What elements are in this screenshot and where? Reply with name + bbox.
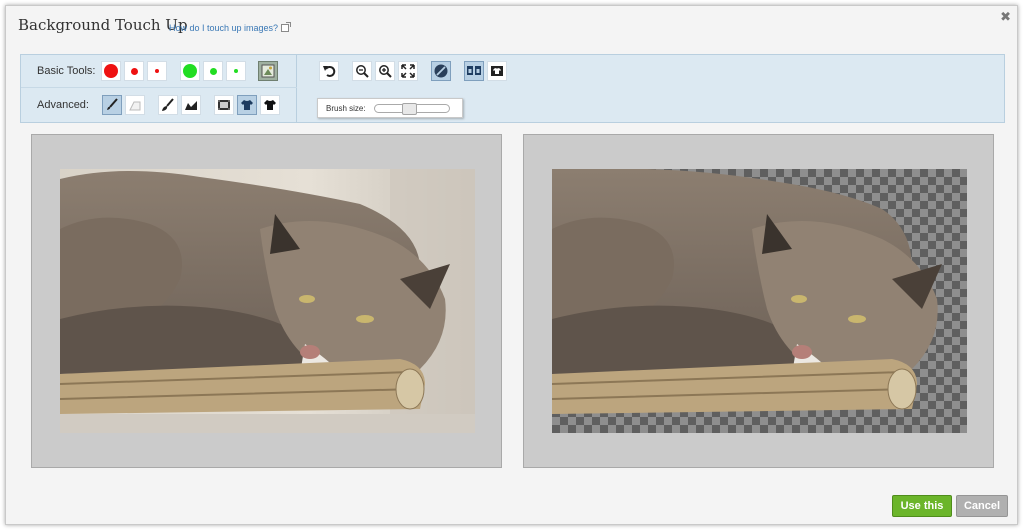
touch-up-dialog: Background Touch Up How do I touch up im…	[5, 5, 1018, 525]
brush-icon	[107, 98, 118, 110]
original-photo[interactable]	[60, 169, 475, 433]
undo-icon	[323, 65, 336, 77]
preview-photo[interactable]	[552, 169, 967, 433]
auto-select-button[interactable]	[258, 61, 278, 81]
single-view-icon	[491, 66, 503, 76]
expand-icon	[401, 64, 415, 78]
image-filter-button[interactable]	[214, 95, 234, 115]
shirt-icon	[241, 100, 253, 110]
external-link-icon	[281, 22, 292, 32]
brush-tool-button[interactable]	[102, 95, 122, 115]
dialog-title: Background Touch Up	[18, 16, 188, 34]
eraser-tool-button[interactable]	[125, 95, 145, 115]
basic-tools-row: Basic Tools:	[21, 55, 297, 88]
brush-size-label: Brush size:	[326, 104, 366, 113]
red-large-brush-button[interactable]	[101, 61, 121, 81]
zoom-in-icon	[379, 65, 392, 78]
zoom-out-button[interactable]	[352, 61, 372, 81]
red-small-brush-button[interactable]	[147, 61, 167, 81]
film-icon	[218, 100, 230, 110]
undo-button[interactable]	[319, 61, 339, 81]
cougar-photo-cutout	[552, 169, 942, 414]
close-button[interactable]: ✖	[1000, 9, 1011, 25]
advanced-tools-row: Advanced:	[21, 89, 297, 122]
shirt-tool-button[interactable]	[260, 95, 280, 115]
red-medium-brush-button[interactable]	[124, 61, 144, 81]
paint-brush-icon	[162, 98, 174, 111]
toolbar: Basic Tools: Advanced: Brush size:	[20, 54, 1005, 123]
eraser-icon	[129, 101, 141, 111]
green-medium-brush-button[interactable]	[203, 61, 223, 81]
side-by-side-view-button[interactable]	[464, 61, 484, 81]
no-entry-icon	[434, 64, 448, 78]
zoom-out-icon	[356, 65, 369, 78]
help-link-text: How do I touch up images?	[169, 23, 279, 33]
preview-image-pane	[523, 134, 994, 468]
cougar-photo-original	[60, 169, 475, 433]
fill-tool-button[interactable]	[181, 95, 201, 115]
tools-panel: Basic Tools: Advanced:	[21, 55, 297, 122]
brush-size-slider[interactable]	[374, 103, 450, 115]
green-medium-brush-icon	[209, 67, 217, 75]
cancel-button[interactable]: Cancel	[956, 495, 1008, 517]
zoom-in-button[interactable]	[375, 61, 395, 81]
view-tools-panel: Brush size:	[311, 55, 1001, 122]
use-this-button[interactable]: Use this	[892, 495, 952, 517]
shirt-outline-icon	[264, 100, 276, 110]
red-medium-brush-icon	[130, 67, 138, 75]
paint-brush-button[interactable]	[158, 95, 178, 115]
brush-size-slider-thumb[interactable]	[402, 103, 417, 115]
fit-screen-button[interactable]	[398, 61, 418, 81]
green-small-brush-icon	[234, 69, 238, 73]
green-small-brush-button[interactable]	[226, 61, 246, 81]
split-view-icon	[467, 66, 481, 75]
single-view-button[interactable]	[487, 61, 507, 81]
shirt-tool-active-button[interactable]	[237, 95, 257, 115]
image-edit-icon	[261, 64, 275, 78]
original-image-pane	[31, 134, 502, 468]
green-large-brush-button[interactable]	[180, 61, 200, 81]
red-large-brush-icon	[104, 64, 118, 78]
toggle-mask-button[interactable]	[431, 61, 451, 81]
green-large-brush-icon	[183, 64, 197, 78]
brush-size-panel: Brush size:	[317, 98, 463, 118]
advanced-tools-label: Advanced:	[37, 99, 89, 111]
fill-icon	[185, 101, 197, 110]
basic-tools-label: Basic Tools:	[37, 65, 96, 77]
red-small-brush-icon	[155, 69, 159, 73]
help-link[interactable]: How do I touch up images?	[169, 22, 292, 33]
